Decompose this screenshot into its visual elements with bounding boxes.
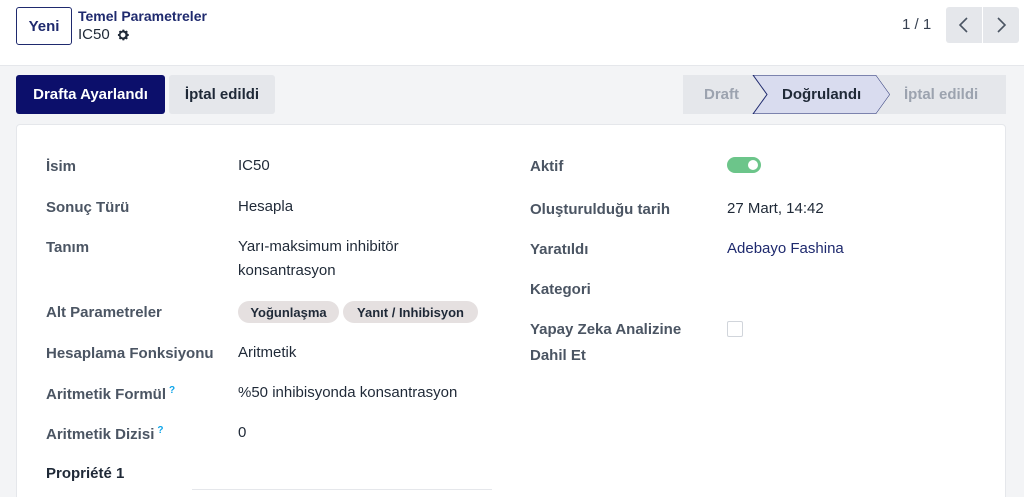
status-stage-validated[interactable]: Doğrulandı	[782, 86, 861, 103]
breadcrumb-current: IC50	[78, 26, 130, 43]
form-sheet	[16, 124, 1006, 497]
new-button[interactable]: Yeni	[16, 7, 72, 45]
arith-sequence-label-wrap: Aritmetik Dizisi?	[46, 425, 163, 443]
created-date-label: Oluşturulduğu tarih	[530, 201, 670, 218]
active-label: Aktif	[530, 158, 564, 175]
description-label: Tanım	[46, 239, 90, 256]
active-toggle[interactable]	[727, 157, 761, 173]
arith-formula-label: Aritmetik Formül	[46, 386, 167, 403]
toggle-knob	[748, 160, 758, 170]
description-line-2: konsantrasyon	[238, 262, 336, 279]
sub-params-label: Alt Parametreler	[46, 304, 162, 321]
arith-formula-field[interactable]: %50 inhibisyonda konsantrasyon	[238, 381, 457, 405]
section-divider	[192, 489, 492, 490]
breadcrumb-parent[interactable]: Temel Parametreler	[78, 8, 207, 24]
gear-icon[interactable]	[116, 28, 130, 42]
cancel-button[interactable]: İptal edildi	[169, 75, 275, 114]
help-icon[interactable]: ?	[169, 385, 175, 396]
description-line-1: Yarı-maksimum inhibitör	[238, 238, 399, 255]
sub-param-tag[interactable]: Yanıt / Inhibisyon	[343, 301, 478, 323]
created-by-label: Yaratıldı	[530, 241, 589, 258]
chevron-right-icon	[997, 17, 1007, 33]
status-bar: Draft Doğrulandı İptal edildi	[683, 75, 1006, 114]
arith-sequence-label: Aritmetik Dizisi	[46, 426, 155, 443]
help-icon[interactable]: ?	[157, 425, 163, 436]
created-by-link[interactable]: Adebayo Fashina	[727, 237, 844, 261]
arith-formula-label-wrap: Aritmetik Formül?	[46, 385, 175, 403]
result-type-label: Sonuç Türü	[46, 199, 130, 216]
name-label: İsim	[46, 158, 77, 175]
name-field[interactable]: IC50	[238, 154, 270, 178]
pager-counter[interactable]: 1 / 1	[902, 16, 931, 33]
ai-include-checkbox[interactable]	[727, 321, 743, 337]
record-title: IC50	[78, 26, 110, 43]
control-panel: Yeni Temel Parametreler IC50 1 / 1	[0, 0, 1024, 66]
status-stage-draft[interactable]: Draft	[704, 86, 739, 103]
sub-param-tag[interactable]: Yoğunlaşma	[238, 301, 339, 323]
arith-sequence-field[interactable]: 0	[238, 421, 246, 445]
pager-next-button[interactable]	[983, 7, 1019, 43]
ai-include-label-line-1: Yapay Zeka Analizine	[530, 321, 682, 338]
section-title: Propriété 1	[46, 465, 125, 482]
ai-include-label-line-2: Dahil Et	[530, 347, 586, 364]
chevron-left-icon	[958, 17, 968, 33]
calc-function-field[interactable]: Aritmetik	[238, 341, 296, 365]
set-draft-button[interactable]: Drafta Ayarlandı	[16, 75, 165, 114]
status-stage-cancelled[interactable]: İptal edildi	[904, 86, 978, 103]
ai-include-label: Yapay Zeka Analizine Dahil Et	[530, 317, 681, 369]
description-field[interactable]: Yarı-maksimum inhibitör konsantrasyon	[238, 235, 399, 283]
pager-previous-button[interactable]	[946, 7, 982, 43]
result-type-field[interactable]: Hesapla	[238, 195, 293, 219]
calc-function-label: Hesaplama Fonksiyonu	[46, 345, 214, 362]
created-date-field: 27 Mart, 14:42	[727, 200, 824, 217]
category-label: Kategori	[530, 281, 591, 298]
